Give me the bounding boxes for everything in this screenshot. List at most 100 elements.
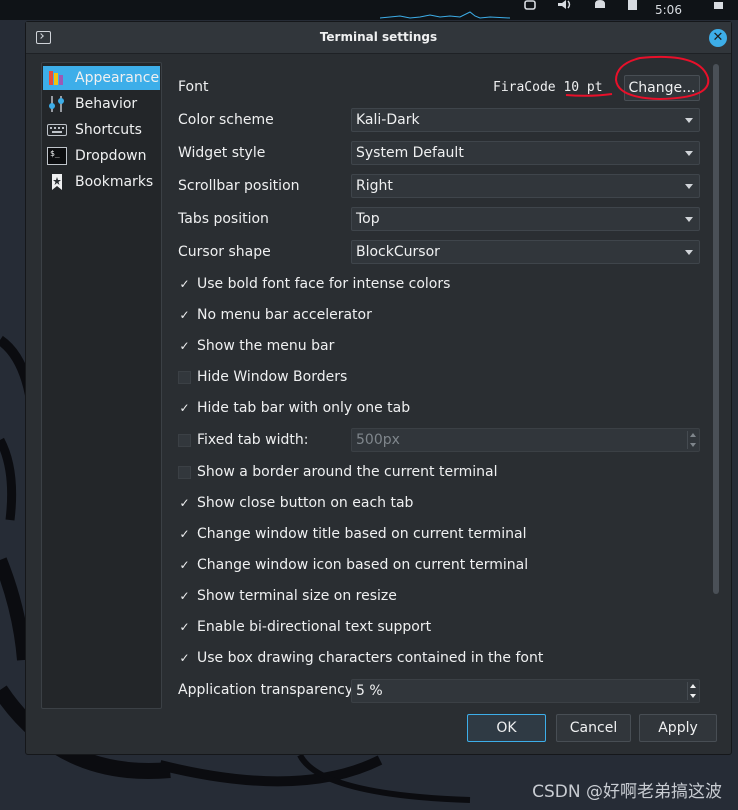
scrollbar-position-value: Right [356,178,393,194]
check-icon: ✓ [179,495,190,510]
appearance-page: Font FiraCode 10 pt Change... Color sche… [170,62,712,709]
behavior-icon [47,94,67,114]
check-icon: ✓ [179,526,190,541]
sidebar-label: Dropdown [75,148,147,164]
checkbox-label: Show the menu bar [197,338,335,354]
checkbox-bidi-text[interactable]: ✓ Enable bi-directional text support [178,617,431,637]
page-scrollbar[interactable] [712,62,721,709]
sidebar-item-behavior[interactable]: Behavior [43,92,160,116]
checkbox-terminal-size[interactable]: ✓ Show terminal size on resize [178,586,397,606]
checkbox-label: Change window icon based on current term… [197,557,529,573]
transparency-label: Application transparency [178,682,354,698]
terminal-settings-dialog: Terminal settings ✕ Appearance Behavior … [25,21,732,755]
check-icon: ✓ [179,338,190,353]
checkbox-bold-intense[interactable]: ✓ Use bold font face for intense colors [178,274,450,294]
close-button[interactable]: ✕ [709,29,727,47]
cursor-shape-value: BlockCursor [356,244,440,260]
dialog-titlebar[interactable]: Terminal settings ✕ [26,22,731,54]
checkbox-label: Show a border around the current termina… [197,464,498,480]
checkbox-close-button-tab[interactable]: ✓ Show close button on each tab [178,493,413,513]
widget-style-select[interactable]: System Default [351,141,700,165]
check-icon: ✓ [179,276,190,291]
tabs-position-select[interactable]: Top [351,207,700,231]
sidebar-label: Appearance [75,70,160,86]
font-size: 10 pt [563,80,603,95]
sidebar-item-dropdown[interactable]: $_ Dropdown [43,144,160,168]
transparency-value: 5 % [356,683,383,699]
spin-arrows-icon[interactable] [687,682,697,700]
checkbox-label: Fixed tab width: [197,432,309,448]
checkbox-hide-window-borders[interactable]: Hide Window Borders [178,367,347,387]
apply-button[interactable]: Apply [639,714,717,742]
font-value: FiraCode 10 pt [493,75,603,101]
checkbox-label: Show close button on each tab [197,495,414,511]
checkbox-label: No menu bar accelerator [197,307,372,323]
check-icon: ✓ [179,619,190,634]
checkbox-no-menu-accelerator[interactable]: ✓ No menu bar accelerator [178,305,372,325]
checkbox-hide-tab-bar[interactable]: ✓ Hide tab bar with only one tab [178,398,410,418]
scrollbar-position-select[interactable]: Right [351,174,700,198]
checkbox-label: Use box drawing characters contained in … [197,650,544,666]
cursor-shape-label: Cursor shape [178,244,271,260]
font-change-button[interactable]: Change... [624,75,700,101]
checkbox-label: Enable bi-directional text support [197,619,432,635]
close-icon: ✕ [712,30,724,45]
check-icon: ✓ [179,557,190,572]
settings-sidebar: Appearance Behavior Shortcuts $_ Dropdow… [41,62,162,709]
chevron-down-icon [685,118,693,123]
scrollbar-thumb[interactable] [713,64,719,594]
checkbox-label: Change window title based on current ter… [197,526,527,542]
checkbox-empty [178,433,191,447]
check-icon: ✓ [179,588,190,603]
widget-style-label: Widget style [178,145,266,161]
notification-icon[interactable] [592,0,608,20]
checkbox-show-menu-bar[interactable]: ✓ Show the menu bar [178,336,334,356]
font-family: FiraCode [493,80,556,95]
sidebar-item-appearance[interactable]: Appearance [43,66,160,90]
dialog-title: Terminal settings [319,30,438,44]
chevron-down-icon [685,250,693,255]
checkbox-fixed-tab-width[interactable]: Fixed tab width: [178,430,308,450]
color-scheme-select[interactable]: Kali-Dark [351,108,700,132]
widget-style-value: System Default [356,145,464,161]
checkbox-empty [178,465,191,479]
lock-icon[interactable] [712,0,726,20]
sidebar-item-bookmarks[interactable]: Bookmarks [43,170,160,194]
chevron-down-icon [685,151,693,156]
battery-icon[interactable] [626,0,640,20]
checkbox-window-title[interactable]: ✓ Change window title based on current te… [178,524,526,544]
sidebar-label: Behavior [75,96,138,112]
clock[interactable]: 5:06 [655,0,687,20]
checkbox-window-icon[interactable]: ✓ Change window icon based on current ter… [178,555,528,575]
appearance-icon [47,68,67,88]
fixed-tab-width-spinbox[interactable]: 500px [351,428,700,452]
checkbox-box-drawing[interactable]: ✓ Use box drawing characters contained in… [178,648,543,668]
checkbox-label: Hide Window Borders [197,369,348,385]
watermark: CSDN @好啊老弟搞这波 [532,782,722,802]
tabs-position-label: Tabs position [178,211,269,227]
color-scheme-value: Kali-Dark [356,112,420,128]
keyboard-icon [47,120,67,140]
cursor-shape-select[interactable]: BlockCursor [351,240,700,264]
bookmark-icon [47,172,67,192]
check-icon: ✓ [179,650,190,665]
system-panel: 5:06 [0,0,738,20]
checkbox-label: Show terminal size on resize [197,588,397,604]
volume-icon[interactable] [556,0,574,20]
ok-button[interactable]: OK [467,714,546,742]
chevron-down-icon [685,184,693,189]
sidebar-label: Shortcuts [75,122,142,138]
color-scheme-label: Color scheme [178,112,274,128]
checkbox-label: Hide tab bar with only one tab [197,400,411,416]
clipboard-icon[interactable] [522,0,538,20]
sidebar-item-shortcuts[interactable]: Shortcuts [43,118,160,142]
checkbox-label: Use bold font face for intense colors [197,276,451,292]
check-icon: ✓ [179,400,190,415]
svg-text:$_: $_ [50,149,60,158]
check-icon: ✓ [179,307,190,322]
spin-arrows-icon[interactable] [687,431,697,449]
transparency-spinbox[interactable]: 5 % [351,679,700,703]
checkbox-border-current-terminal[interactable]: Show a border around the current termina… [178,462,497,482]
chevron-down-icon [685,217,693,222]
cancel-button[interactable]: Cancel [556,714,631,742]
